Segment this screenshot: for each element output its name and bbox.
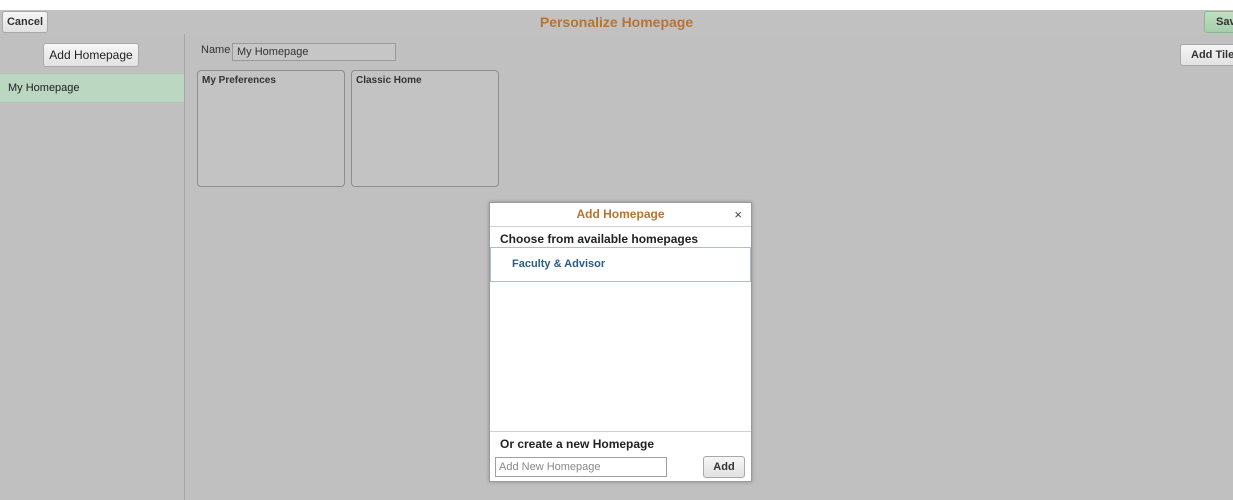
- divider: [490, 431, 751, 432]
- dialog-title: Add Homepage: [490, 203, 751, 227]
- sidebar: Add Homepage My Homepage: [0, 34, 185, 500]
- save-button[interactable]: Sav: [1204, 11, 1233, 33]
- page-title: Personalize Homepage: [539, 14, 694, 30]
- tile-title: My Preferences: [202, 75, 276, 86]
- choose-homepage-heading: Choose from available homepages: [500, 232, 699, 246]
- homepage-name-field[interactable]: [232, 43, 396, 61]
- cancel-button[interactable]: Cancel: [2, 11, 48, 33]
- tile-title: Classic Home: [356, 75, 422, 86]
- tile-my-preferences[interactable]: My Preferences: [197, 70, 345, 187]
- create-homepage-heading: Or create a new Homepage: [500, 437, 655, 451]
- add-button[interactable]: Add: [703, 456, 745, 478]
- add-homepage-button[interactable]: Add Homepage: [43, 43, 139, 67]
- new-homepage-input[interactable]: [495, 457, 667, 477]
- name-label: Name: [201, 44, 231, 56]
- add-homepage-dialog: Add Homepage × Choose from available hom…: [489, 202, 752, 482]
- tile-classic-home[interactable]: Classic Home: [351, 70, 499, 187]
- sidebar-item-my-homepage[interactable]: My Homepage: [0, 73, 184, 103]
- add-tile-button[interactable]: Add Tile: [1180, 44, 1233, 66]
- close-icon[interactable]: ×: [734, 207, 742, 222]
- homepage-option-faculty-advisor[interactable]: Faculty & Advisor: [490, 247, 751, 282]
